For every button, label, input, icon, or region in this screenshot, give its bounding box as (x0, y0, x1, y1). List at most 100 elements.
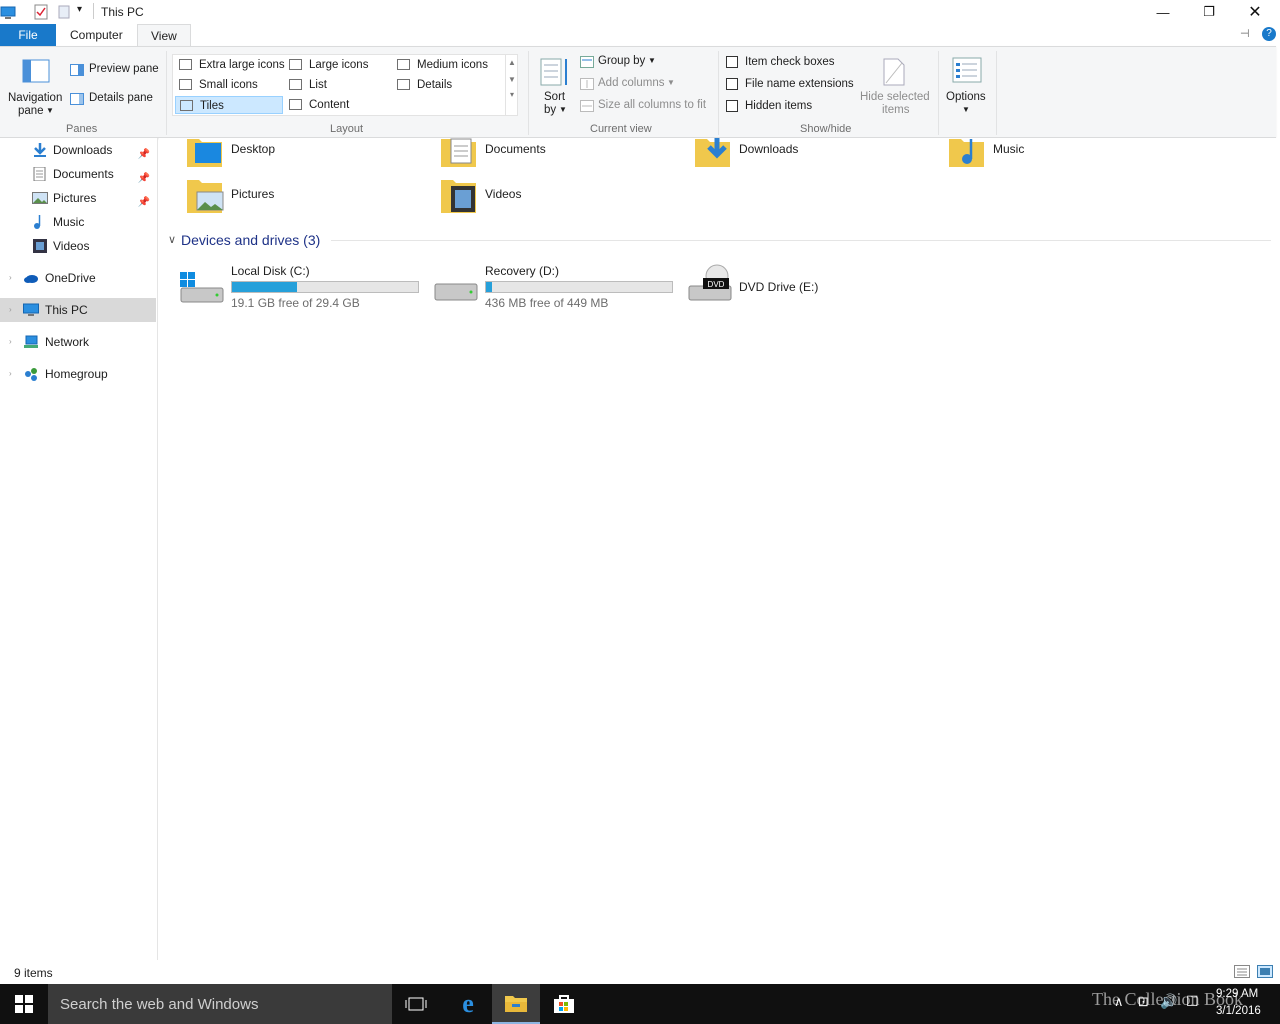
group-by-button[interactable]: Group by ▼ (578, 53, 668, 71)
file-explorer-button[interactable] (492, 984, 540, 1024)
sidebar-item-music[interactable]: Music (0, 210, 156, 234)
layout-list[interactable]: List (285, 76, 393, 94)
layout-item-label: Large icons (309, 59, 369, 71)
add-columns-button[interactable]: Add columns ▼ (578, 75, 678, 93)
size-all-columns-button[interactable]: Size all columns to fit (578, 97, 712, 115)
expand-chevron-icon[interactable]: › (9, 362, 12, 386)
chevron-down-icon: ▼ (46, 106, 54, 115)
sort-by-label-2: by (544, 104, 557, 116)
sidebar-item-homegroup[interactable]: › Homegroup (0, 362, 156, 386)
desktop-folder-icon (187, 139, 222, 167)
pin-ribbon-icon[interactable]: ⊣ (1240, 27, 1250, 40)
minimize-button[interactable]: — (1140, 0, 1186, 24)
checkbox[interactable] (726, 56, 738, 68)
layout-content[interactable]: Content (285, 96, 393, 114)
hidden-items-toggle[interactable]: Hidden items (724, 98, 854, 116)
close-button[interactable]: ✕ (1232, 0, 1278, 24)
store-button[interactable] (540, 984, 588, 1024)
show-hidden-icons-icon[interactable]: ∧ (1114, 994, 1124, 1010)
layout-small-icons[interactable]: Small icons (175, 76, 285, 94)
details-pane-button[interactable]: Details pane (68, 90, 160, 108)
properties-icon[interactable] (34, 4, 48, 20)
preview-pane-button[interactable]: Preview pane (68, 61, 160, 79)
expand-chevron-icon[interactable]: › (9, 330, 12, 354)
sidebar-item-pictures[interactable]: Pictures 📌 (0, 186, 156, 210)
ribbon-separator (718, 51, 719, 135)
sidebar-item-network[interactable]: › Network (0, 330, 156, 354)
folder-music[interactable]: Music (947, 138, 1187, 181)
new-folder-icon[interactable] (58, 4, 70, 20)
section-divider (331, 240, 1271, 241)
tab-file[interactable]: File (0, 24, 56, 46)
small-icons-icon (179, 79, 192, 90)
navigation-pane-button[interactable]: Navigation pane ▼ (6, 51, 66, 117)
documents-folder-icon (441, 138, 476, 167)
task-view-button[interactable] (392, 984, 440, 1024)
expand-chevron-icon[interactable]: › (9, 298, 12, 322)
large-icons-icon (289, 59, 302, 70)
group-by-label: Group by (598, 55, 646, 67)
store-icon (554, 995, 574, 1013)
hide-selected-items-button[interactable]: Hide selected items (856, 53, 932, 119)
clock-time[interactable]: 9:29 AM (1216, 988, 1258, 1000)
layout-large-icons[interactable]: Large icons (285, 56, 393, 74)
layout-tiles[interactable]: Tiles (175, 96, 283, 114)
sidebar-item-label: This PC (45, 303, 88, 317)
tab-view[interactable]: View (137, 24, 191, 46)
drive-dvd-e[interactable]: DVD DVD Drive (E:) (687, 264, 847, 316)
restore-button[interactable]: ❐ (1186, 0, 1232, 24)
layout-medium-icons[interactable]: Medium icons (393, 56, 503, 74)
edge-button[interactable]: e (444, 984, 492, 1024)
volume-icon[interactable]: 🔊 (1160, 993, 1177, 1010)
checkbox[interactable] (726, 78, 738, 90)
file-list: Desktop Documents Downloads Music Pictur… (159, 138, 1280, 960)
layout-extra-large-icons[interactable]: Extra large icons (175, 56, 285, 74)
details-view-icon[interactable] (1234, 965, 1250, 978)
expand-chevron-icon[interactable]: › (9, 266, 12, 290)
videos-folder-icon (441, 180, 476, 213)
sidebar-item-downloads[interactable]: Downloads 📌 (0, 138, 156, 162)
action-center-icon[interactable]: ☐ (1186, 993, 1199, 1010)
collapse-chevron-icon[interactable]: ∨ (168, 233, 176, 246)
drive-name: DVD Drive (E:) (739, 280, 819, 294)
folder-pictures[interactable]: Pictures (185, 178, 425, 226)
clock-date[interactable]: 3/1/2016 (1216, 1005, 1261, 1017)
drive-recovery-d[interactable]: Recovery (D:) 436 MB free of 449 MB (433, 264, 675, 316)
folder-desktop[interactable]: Desktop (185, 138, 425, 181)
customize-toolbar-icon[interactable]: ▾ (77, 4, 82, 15)
sidebar-item-onedrive[interactable]: › OneDrive (0, 266, 156, 290)
folder-downloads[interactable]: Downloads (693, 138, 933, 181)
sidebar-item-label: Pictures (53, 191, 97, 205)
taskbar-search[interactable]: Search the web and Windows (48, 984, 392, 1024)
tiles-icon (180, 100, 193, 111)
folder-documents[interactable]: Documents (439, 138, 679, 181)
network-tray-icon[interactable]: ⊡ (1138, 994, 1149, 1010)
layout-item-label: Medium icons (417, 59, 488, 71)
file-name-extensions-toggle[interactable]: File name extensions (724, 76, 854, 94)
folder-videos[interactable]: Videos (439, 178, 679, 226)
help-icon[interactable]: ? (1262, 27, 1276, 41)
options-button[interactable]: Options ▼ (942, 53, 992, 119)
add-columns-icon (580, 78, 594, 90)
drive-free-space: 19.1 GB free of 29.4 GB (231, 296, 360, 310)
layout-details[interactable]: Details (393, 76, 503, 94)
tab-computer[interactable]: Computer (57, 24, 136, 46)
checkbox[interactable] (726, 100, 738, 112)
item-check-boxes-toggle[interactable]: Item check boxes (724, 54, 854, 72)
sort-by-button[interactable]: Sort by ▼ (536, 53, 574, 119)
sidebar-item-this-pc[interactable]: › This PC (0, 298, 156, 322)
preview-pane-icon (70, 64, 84, 76)
title-bar: ▾ This PC — ❐ ✕ (0, 0, 1280, 24)
folder-label: Videos (485, 187, 522, 201)
sidebar-item-label: Network (45, 335, 90, 349)
preview-pane-label: Preview pane (89, 63, 159, 75)
large-icons-view-icon[interactable] (1257, 965, 1273, 978)
devices-section-header[interactable]: Devices and drives (3) (181, 232, 320, 248)
start-button[interactable] (0, 984, 48, 1024)
gallery-scroll[interactable]: ▲ ▼ ▾ (505, 55, 518, 115)
sidebar-item-videos[interactable]: Videos (0, 234, 156, 258)
sidebar-item-label: Videos (53, 239, 90, 253)
drive-usage-fill (486, 282, 492, 292)
drive-local-disk-c[interactable]: Local Disk (C:) 19.1 GB free of 29.4 GB (179, 264, 421, 316)
sidebar-item-documents[interactable]: Documents 📌 (0, 162, 156, 186)
